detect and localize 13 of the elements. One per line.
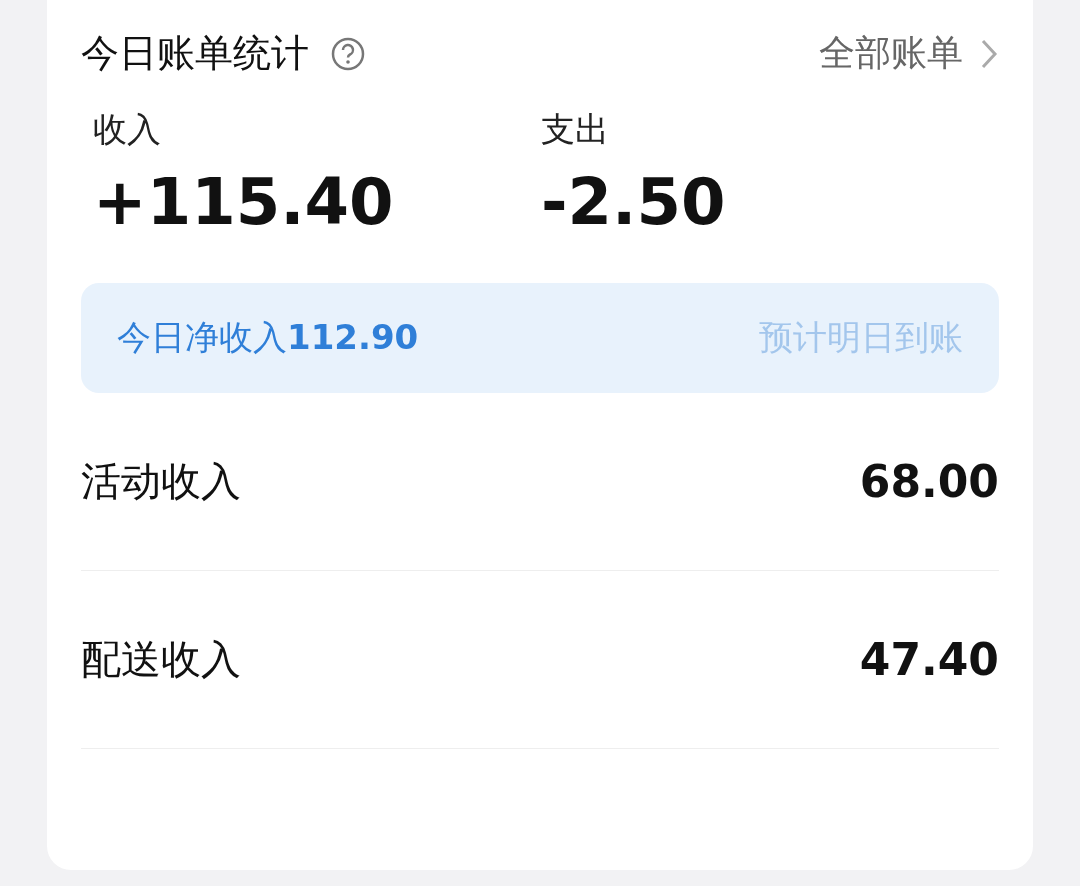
row-label: 配送收入: [81, 635, 241, 684]
section-title: 今日账单统计: [81, 30, 309, 77]
net-income-text: 今日净收入112.90: [117, 316, 419, 359]
settlement-note: 预计明日到账: [759, 316, 963, 359]
help-icon[interactable]: [331, 36, 365, 71]
row-value: 68.00: [859, 456, 999, 507]
row-label: 活动收入: [81, 457, 241, 506]
all-bills-link[interactable]: 全部账单: [819, 29, 999, 78]
summary-amount: +115.40: [93, 165, 395, 239]
summary-label: 支出: [541, 108, 610, 151]
row-value: 47.40: [859, 634, 999, 685]
summary-label: 收入: [93, 108, 162, 151]
summary-amount: -2.50: [541, 165, 727, 239]
